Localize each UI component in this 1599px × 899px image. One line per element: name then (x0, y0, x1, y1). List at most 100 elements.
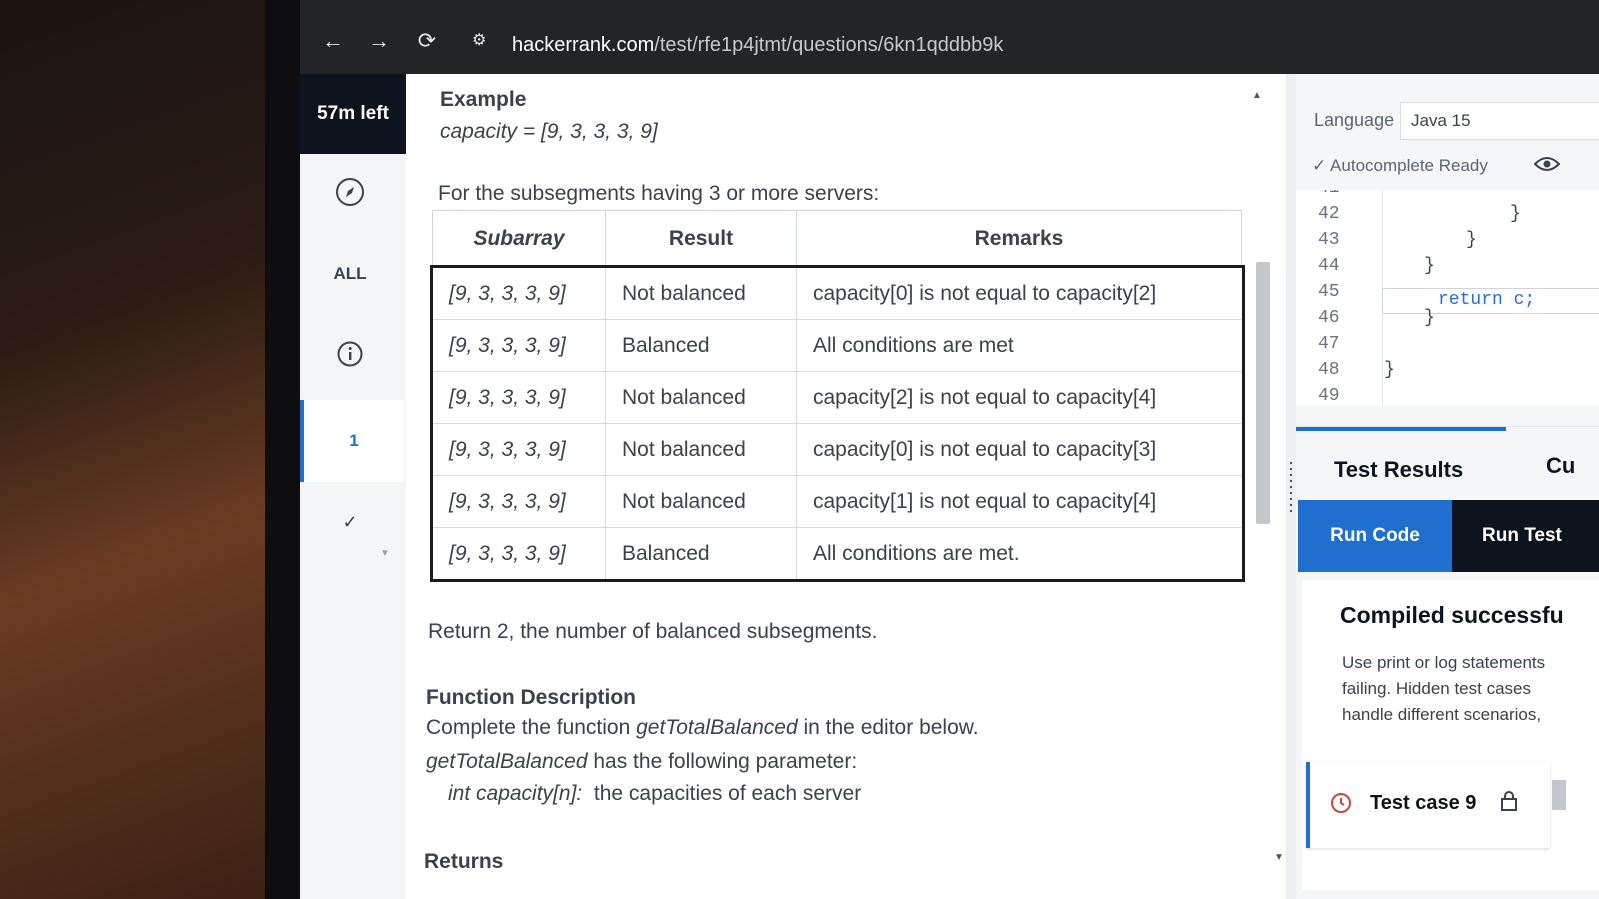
subarray-cell: [9, 3, 3, 3, 9] (432, 371, 606, 424)
content-scroll-down-icon[interactable]: ▼ (1274, 852, 1284, 863)
help-line: Use print or log statements (1342, 653, 1546, 672)
line-number: 44 (1318, 256, 1340, 276)
line-number: 45 (1318, 282, 1340, 302)
question-1-tab[interactable]: 1 (300, 400, 404, 482)
run-code-button[interactable]: Run Code (1298, 500, 1452, 572)
autocomplete-status[interactable]: ✓ Autocomplete Ready (1312, 156, 1488, 176)
arg-name: int capacity[n]: (448, 782, 583, 805)
problem-statement: Example capacity = [9, 3, 3, 3, 9] For t… (406, 74, 1286, 899)
line-number: 47 (1318, 334, 1340, 354)
parameter-item: int capacity[n]: the capacities of each … (448, 782, 861, 806)
eye-icon[interactable] (1533, 154, 1561, 180)
code-editor[interactable]: 41 42 43 44 45 46 47 48 49 } } } return … (1296, 190, 1599, 406)
subarray-cell: [9, 3, 3, 3, 9] (432, 319, 606, 372)
browser-window: ← → ⟳ ⚙ hackerrank.com/test/rfe1p4jtmt/q… (300, 0, 1599, 899)
returns-heading: Returns (424, 850, 504, 873)
remarks-cell: All conditions are met. (796, 527, 1242, 579)
compile-status: Compiled successfu (1340, 602, 1564, 628)
back-icon[interactable]: ← (318, 26, 348, 56)
remarks-cell: capacity[0] is not equal to capacity[3] (796, 423, 1242, 476)
example-heading: Example (440, 88, 527, 111)
all-questions-button[interactable]: ALL (300, 264, 400, 284)
help-text: Use print or log statements failing. Hid… (1342, 650, 1599, 728)
subarray-cell: [9, 3, 3, 3, 9] (432, 423, 606, 476)
result-cell: Balanced (605, 319, 797, 372)
run-tests-button[interactable]: Run Test (1452, 500, 1599, 572)
header-subarray: Subarray (432, 210, 606, 268)
info-icon[interactable] (300, 340, 400, 374)
tab-custom-input[interactable]: Cu (1546, 453, 1575, 479)
help-line: handle different scenarios, (1342, 705, 1542, 724)
url-path: /test/rfe1p4jtmt/questions/6kn1qddbb9k (654, 34, 1004, 56)
arg-desc: the capacities of each server (582, 782, 862, 805)
desk-background (0, 0, 300, 899)
line-number: 48 (1318, 360, 1340, 380)
header-result: Result (605, 210, 797, 268)
table-row: [9, 3, 3, 3, 9] Not balanced capacity[1]… (432, 475, 1242, 528)
result-cell: Not balanced (605, 371, 797, 424)
result-cell: Not balanced (605, 423, 797, 476)
example-table: Subarray Result Remarks [9, 3, 3, 3, 9] … (429, 210, 1245, 582)
remarks-cell: capacity[0] is not equal to capacity[2] (796, 267, 1242, 320)
autocomplete-label: Autocomplete Ready (1330, 156, 1488, 175)
remarks-cell: All conditions are met (796, 319, 1242, 372)
line-number: 49 (1318, 386, 1340, 406)
param-func-name: getTotalBalanced (426, 750, 588, 773)
result-cell: Balanced (605, 527, 797, 579)
time-left: 57m left (300, 74, 406, 154)
browser-toolbar: ← → ⟳ ⚙ hackerrank.com/test/rfe1p4jtmt/q… (300, 0, 1599, 74)
drag-handle-icon[interactable] (1288, 460, 1294, 512)
language-label: Language (1314, 110, 1395, 130)
tab-test-results-label: Test Results (1334, 457, 1464, 482)
forward-icon[interactable]: → (364, 26, 394, 56)
closing-brace: } (1466, 230, 1477, 250)
return-statement: return c; (1438, 290, 1536, 310)
table-row: [9, 3, 3, 3, 9] Not balanced capacity[2]… (432, 371, 1242, 424)
test-list-scrollbar[interactable] (1552, 780, 1566, 810)
lock-icon (1500, 790, 1518, 818)
closing-brace: } (1424, 308, 1435, 328)
line-number: 42 (1318, 204, 1340, 224)
closing-brace: } (1424, 256, 1435, 276)
table-row: [9, 3, 3, 3, 9] Not balanced capacity[0]… (432, 423, 1242, 476)
parameter-intro: getTotalBalanced has the following param… (426, 750, 857, 774)
compass-icon[interactable] (300, 176, 400, 214)
remarks-cell: capacity[1] is not equal to capacity[4] (796, 475, 1242, 528)
subarray-cell: [9, 3, 3, 3, 9] (432, 267, 606, 320)
test-case-label: Test case 9 (1370, 792, 1477, 814)
laptop-bezel (265, 0, 305, 899)
test-case-item[interactable]: Test case 9 (1306, 762, 1550, 848)
subarray-cell: [9, 3, 3, 3, 9] (432, 527, 606, 579)
reload-icon[interactable]: ⟳ (412, 26, 442, 56)
subarray-cell: [9, 3, 3, 3, 9] (432, 475, 606, 528)
result-cell: Not balanced (605, 267, 797, 320)
result-cell: Not balanced (605, 475, 797, 528)
line-number: 46 (1318, 308, 1340, 328)
tab-test-results[interactable]: Test Results (1296, 427, 1506, 503)
content-scrollbar[interactable] (1256, 262, 1270, 524)
line-number: 43 (1318, 230, 1340, 250)
func-text-pre: Complete the function (426, 716, 637, 739)
results-tabs: Test Results Cu (1296, 426, 1599, 499)
line-number: 41 (1318, 190, 1358, 198)
function-description-heading: Function Description (426, 686, 636, 709)
closing-brace: } (1510, 204, 1521, 224)
address-bar[interactable]: hackerrank.com/test/rfe1p4jtmt/questions… (512, 34, 1003, 57)
remarks-cell: capacity[2] is not equal to capacity[4] (796, 371, 1242, 424)
language-select[interactable]: Java 15 (1400, 102, 1599, 140)
site-info-icon[interactable]: ⚙ (472, 30, 494, 52)
rail-scroll-down-icon[interactable]: ▼ (380, 548, 390, 559)
func-text-post: in the editor below. (797, 716, 979, 739)
content-scroll-up-icon[interactable]: ▲ (1252, 90, 1262, 101)
clock-icon (1330, 792, 1352, 820)
capacity-example: capacity = [9, 3, 3, 3, 9] (440, 120, 658, 143)
return-explanation: Return 2, the number of balanced subsegm… (428, 620, 878, 643)
table-intro: For the subsegments having 3 or more ser… (438, 182, 880, 205)
table-row: [9, 3, 3, 3, 9] Balanced All conditions … (432, 527, 1242, 579)
table-row: [9, 3, 3, 3, 9] Balanced All conditions … (432, 319, 1242, 372)
closing-brace: } (1384, 360, 1395, 380)
url-host: hackerrank.com (512, 34, 655, 56)
results-panel: Compiled successfu Use print or log stat… (1302, 580, 1599, 890)
param-text: has the following parameter: (587, 750, 858, 773)
check-icon: ✓ (342, 512, 358, 532)
